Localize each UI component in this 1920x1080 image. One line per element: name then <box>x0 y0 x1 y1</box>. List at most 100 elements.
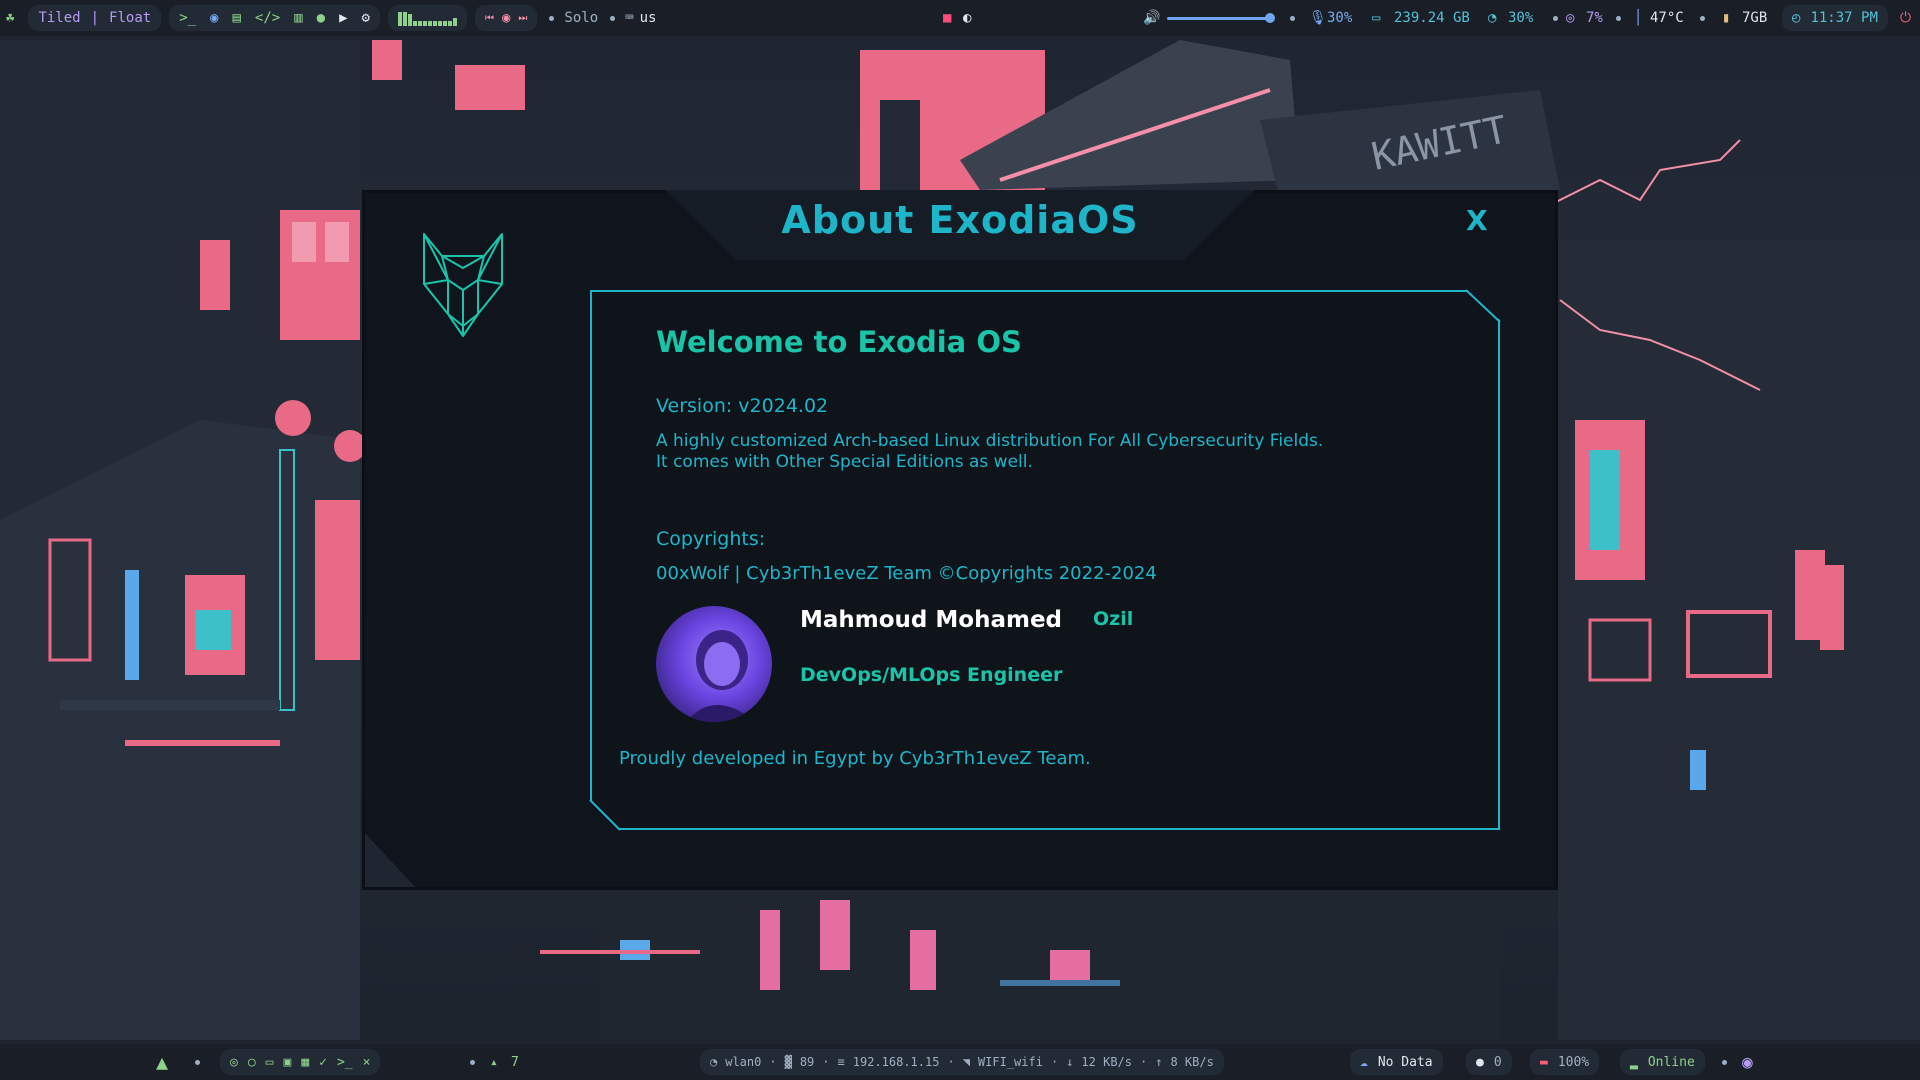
next-icon[interactable]: ⏭ <box>518 13 527 24</box>
github-widget[interactable]: ● 0 <box>1466 1049 1512 1075</box>
upload-rate: 8 KB/s <box>1170 1055 1214 1069</box>
layout-float[interactable]: Float <box>109 10 151 26</box>
signal-icon: ▓ <box>784 1055 792 1069</box>
code-icon[interactable]: </> <box>255 10 280 26</box>
author-role: DevOps/MLOps Engineer <box>800 664 1063 686</box>
avatar <box>656 606 772 722</box>
battery-level: 100% <box>1557 1054 1590 1070</box>
updates-icon[interactable]: ▴ <box>490 1055 498 1070</box>
leaf-icon[interactable]: ☘ <box>6 10 14 26</box>
gear-icon[interactable]: ⚙ <box>362 10 370 26</box>
network-info: ◔ wlan0 · ▓ 89 · ≡ 192.168.1.15 · ◥ WIFI… <box>700 1049 1224 1075</box>
description-line-1: A highly customized Arch-based Linux dis… <box>656 431 1324 451</box>
jetbrains-icon[interactable]: ■ <box>943 10 951 26</box>
github-icon: ● <box>1476 1054 1484 1070</box>
app-launchers: >_ ◉ ▤ </> ▥ ● ▶ ⚙ <box>169 5 380 31</box>
panel-corner-decoration <box>589 800 621 831</box>
ssid: WIFI_wifi <box>977 1055 1043 1069</box>
clock-icon: ◴ <box>1792 10 1801 26</box>
gpu-usage: 7% <box>1586 10 1603 26</box>
welcome-heading: Welcome to Exodia OS <box>656 325 1022 359</box>
chat-icon[interactable]: ● <box>317 10 325 26</box>
ip-address: 192.168.1.15 <box>852 1055 940 1069</box>
vscode-icon[interactable]: ⨯ <box>363 1055 371 1070</box>
bottom-bar: ▲ ◎ ○ ▭ ▣ ▦ ✓ >_ ⨯ ▴ 7 ◔ wlan0 · ▓ 89 · … <box>0 1044 1920 1080</box>
signal-strength: 89 <box>799 1055 815 1069</box>
taskbar-apps: ◎ ○ ▭ ▣ ▦ ✓ >_ ⨯ <box>220 1049 381 1075</box>
cpu-usage: 30% <box>1508 10 1534 26</box>
footer-text: Proudly developed in Egypt by Cyb3rTh1ev… <box>619 748 1091 769</box>
media-mode[interactable]: Solo <box>564 10 598 26</box>
close-button[interactable]: X <box>1466 204 1488 237</box>
prev-icon[interactable]: ⏮ <box>485 13 494 24</box>
youtube-icon[interactable]: ▶ <box>339 10 347 26</box>
arch-launcher-icon[interactable]: ▲ <box>156 1050 168 1074</box>
weather-widget[interactable]: ☁ No Data <box>1350 1049 1443 1075</box>
volume-knob[interactable] <box>1265 13 1275 23</box>
monitor-icon[interactable]: ▭ <box>266 1055 274 1070</box>
clock-pill[interactable]: ◴ 11:37 PM <box>1782 5 1888 31</box>
notes-icon[interactable]: ▥ <box>294 10 302 26</box>
editor-icon[interactable]: ▦ <box>301 1055 309 1070</box>
author-name: Mahmoud Mohamed <box>800 607 1063 633</box>
weather-text: No Data <box>1377 1054 1433 1070</box>
copyrights-text: 00xWolf | Cyb3rTh1eveZ Team ©Copyrights … <box>656 563 1157 584</box>
author-nickname: Ozil <box>1093 608 1134 630</box>
window-title: About ExodiaOS <box>781 198 1139 242</box>
layout-switcher[interactable]: Tiled | Float <box>28 5 162 31</box>
clock-time: 11:37 PM <box>1810 10 1878 26</box>
server-icon: ≡ <box>837 1055 845 1069</box>
cloud-icon: ☁ <box>1360 1054 1368 1070</box>
disk-icon: ▭ <box>1372 10 1381 26</box>
record-icon[interactable]: ◉ <box>502 10 510 26</box>
media-controls: ⏮ ◉ ⏭ <box>474 5 538 31</box>
signal-bars-icon: ▂ <box>1630 1054 1638 1070</box>
panel-corner-decoration <box>1466 289 1501 322</box>
workspace-graph[interactable] <box>387 5 467 31</box>
battery-widget[interactable]: ▬ 100% <box>1530 1049 1600 1075</box>
description: A highly customized Arch-based Linux dis… <box>656 431 1323 473</box>
folder-icon[interactable]: ▤ <box>232 10 240 26</box>
memory-usage: 7GB <box>1742 10 1768 26</box>
volume-icon[interactable]: 🔊 <box>1143 10 1160 26</box>
temperature: 47°C <box>1650 10 1684 26</box>
terminal-icon[interactable]: >_ <box>179 10 196 26</box>
editor-check-icon[interactable]: ✓ <box>319 1055 327 1070</box>
cpu-icon: ◔ <box>1488 10 1497 26</box>
disk-free: 239.24 GB <box>1394 10 1470 26</box>
thermometer-icon: │ <box>1634 10 1643 26</box>
power-icon[interactable]: ⏻ <box>1900 10 1911 26</box>
memory-icon: ▮ <box>1722 10 1731 26</box>
updates-count: 7 <box>511 1054 519 1070</box>
blender-icon[interactable]: ◉ <box>1742 1052 1753 1073</box>
mic-level: 30% <box>1327 10 1353 26</box>
layout-tiled[interactable]: Tiled <box>38 10 80 26</box>
wifi-interface: wlan0 <box>725 1055 762 1069</box>
network-status[interactable]: ▂ Online <box>1620 1049 1705 1075</box>
version-text: Version: v2024.02 <box>656 395 829 417</box>
keyboard-layout[interactable]: us <box>640 10 657 26</box>
description-line-2: It comes with Other Special Editions as … <box>656 452 1033 472</box>
volume-slider[interactable] <box>1167 13 1275 23</box>
github-count: 0 <box>1493 1054 1502 1070</box>
layout-separator: | <box>90 10 100 26</box>
download-rate: 12 KB/s <box>1081 1055 1132 1069</box>
terminal-icon[interactable]: >_ <box>337 1055 353 1070</box>
keyboard-icon: ⌨ <box>625 10 634 26</box>
copyrights-heading: Copyrights: <box>656 528 766 550</box>
discord-icon[interactable]: ◐ <box>963 10 971 26</box>
top-bar: ☘ Tiled | Float >_ ◉ ▤ </> ▥ ● ▶ ⚙ ⏮ ◉ ⏭… <box>0 0 1920 36</box>
gpu-icon: ◎ <box>1566 10 1575 26</box>
ssid-icon: ◥ <box>962 1055 970 1069</box>
battery-icon: ▬ <box>1540 1054 1548 1070</box>
wolf-logo-icon <box>423 233 503 337</box>
upload-icon: ↑ <box>1155 1055 1163 1069</box>
mic-icon[interactable]: 🎙 <box>1309 10 1327 26</box>
avatar-portrait <box>686 630 756 722</box>
wifi-icon: ◔ <box>710 1055 718 1069</box>
discord-icon[interactable]: ▣ <box>283 1055 291 1070</box>
download-icon: ↓ <box>1066 1055 1074 1069</box>
whatsapp-icon[interactable]: ○ <box>248 1055 256 1070</box>
firefox-icon[interactable]: ◉ <box>210 10 218 26</box>
chrome-icon[interactable]: ◎ <box>230 1055 238 1070</box>
